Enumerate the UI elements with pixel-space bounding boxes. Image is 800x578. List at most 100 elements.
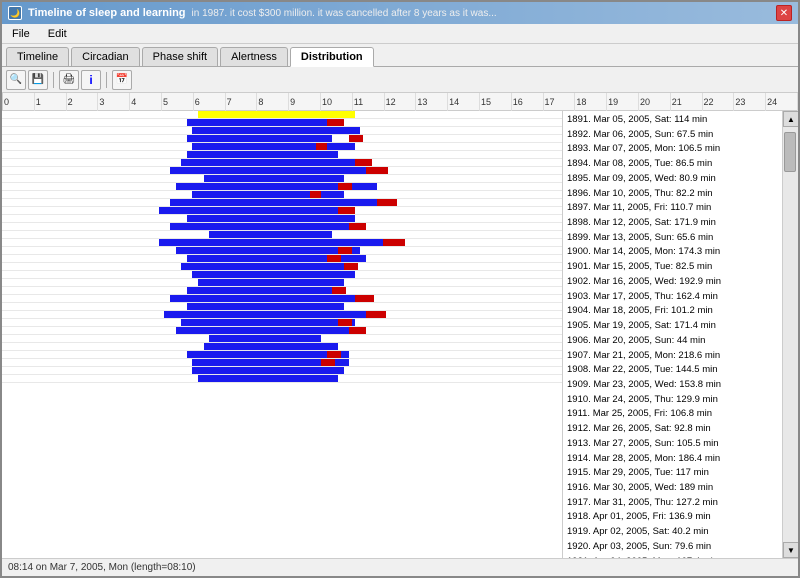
toolbar-btn-zoom[interactable]: 🔍: [6, 70, 26, 90]
scroll-thumb[interactable]: [784, 132, 796, 172]
title-bar-left: 🌙 Timeline of sleep and learning in 1987…: [8, 6, 497, 20]
sleep-block-main: [198, 375, 338, 382]
list-item: 1896. Mar 10, 2005, Thu: 82.2 min: [567, 187, 778, 202]
list-item: 1917. Mar 31, 2005, Thu: 127.2 min: [567, 496, 778, 511]
hour-label-22: 22: [703, 93, 735, 111]
list-item: 1891. Mar 05, 2005, Sat: 114 min: [567, 113, 778, 128]
chart-row[interactable]: [2, 159, 562, 167]
chart-scroll[interactable]: [2, 111, 562, 558]
toolbar-btn-cal[interactable]: 📅: [112, 70, 132, 90]
chart-row[interactable]: [2, 367, 562, 375]
hour-label-12: 12: [385, 93, 417, 111]
tab-distribution[interactable]: Distribution: [290, 47, 374, 67]
menu-edit[interactable]: Edit: [44, 27, 71, 41]
toolbar: 🔍 💾 🖨 i 📅: [2, 67, 798, 93]
chart-row[interactable]: [2, 263, 562, 271]
sleep-block-main: [192, 127, 360, 134]
chart-row[interactable]: [2, 183, 562, 191]
chart-row[interactable]: [2, 199, 562, 207]
sleep-block-main: [187, 351, 349, 358]
sleep-block-nap: [349, 135, 363, 142]
chart-row[interactable]: [2, 135, 562, 143]
scroll-down-btn[interactable]: ▼: [783, 542, 798, 558]
scroll-up-btn[interactable]: ▲: [783, 111, 798, 127]
chart-row[interactable]: [2, 175, 562, 183]
list-item: 1910. Mar 24, 2005, Thu: 129.9 min: [567, 393, 778, 408]
chart-row[interactable]: [2, 167, 562, 175]
list-item: 1898. Mar 12, 2005, Sat: 171.9 min: [567, 216, 778, 231]
tab-circadian[interactable]: Circadian: [71, 47, 139, 66]
chart-row[interactable]: [2, 111, 562, 119]
chart-row[interactable]: [2, 143, 562, 151]
chart-row[interactable]: [2, 215, 562, 223]
chart-row[interactable]: [2, 287, 562, 295]
sleep-block-nap: [349, 223, 366, 230]
toolbar-btn-save[interactable]: 💾: [28, 70, 48, 90]
sleep-block-nap: [327, 119, 344, 126]
chart-row[interactable]: [2, 207, 562, 215]
chart-row[interactable]: [2, 303, 562, 311]
hour-label-10: 10: [321, 93, 353, 111]
toolbar-btn-print[interactable]: 🖨: [59, 70, 79, 90]
chart-row[interactable]: [2, 295, 562, 303]
chart-row[interactable]: [2, 231, 562, 239]
chart-row[interactable]: [2, 271, 562, 279]
sleep-block-nap: [316, 143, 327, 150]
chart-container: 1891. Mar 05, 2005, Sat: 114 min1892. Ma…: [2, 111, 798, 558]
tab-phase-shift[interactable]: Phase shift: [142, 47, 218, 66]
chart-row[interactable]: [2, 247, 562, 255]
sleep-block-main: [159, 239, 383, 246]
list-item: 1900. Mar 14, 2005, Mon: 174.3 min: [567, 245, 778, 260]
chart-row[interactable]: [2, 151, 562, 159]
close-button[interactable]: ✕: [776, 5, 792, 21]
chart-row[interactable]: [2, 375, 562, 383]
list-item: 1904. Mar 18, 2005, Fri: 101.2 min: [567, 304, 778, 319]
chart-row[interactable]: [2, 255, 562, 263]
sleep-block-main: [204, 175, 344, 182]
list-item: 1909. Mar 23, 2005, Wed: 153.8 min: [567, 378, 778, 393]
list-item: 1905. Mar 19, 2005, Sat: 171.4 min: [567, 319, 778, 334]
sleep-block-nap: [327, 255, 341, 262]
chart-row[interactable]: [2, 351, 562, 359]
chart-row[interactable]: [2, 127, 562, 135]
chart-row[interactable]: [2, 311, 562, 319]
list-item: 1892. Mar 06, 2005, Sun: 67.5 min: [567, 128, 778, 143]
sleep-block-main: [192, 271, 354, 278]
content-area: 0123456789101112131415161718192021222324…: [2, 93, 798, 558]
scroll-track[interactable]: [783, 127, 798, 542]
chart-row[interactable]: [2, 319, 562, 327]
chart-row[interactable]: [2, 119, 562, 127]
toolbar-btn-info[interactable]: i: [81, 70, 101, 90]
hour-label-20: 20: [639, 93, 671, 111]
tab-alertness[interactable]: Alertness: [220, 47, 288, 66]
sleep-block-nap: [338, 319, 352, 326]
chart-row[interactable]: [2, 191, 562, 199]
chart-row[interactable]: [2, 279, 562, 287]
sleep-block-main: [187, 215, 355, 222]
hour-label-0: 0: [3, 93, 35, 111]
menu-file[interactable]: File: [8, 27, 34, 41]
sleep-block-nap: [349, 327, 366, 334]
tab-timeline[interactable]: Timeline: [6, 47, 69, 66]
list-item: 1907. Mar 21, 2005, Mon: 218.6 min: [567, 349, 778, 364]
hour-label-15: 15: [480, 93, 512, 111]
list-item: 1894. Mar 08, 2005, Tue: 86.5 min: [567, 157, 778, 172]
sleep-block-nap: [383, 239, 405, 246]
chart-row[interactable]: [2, 335, 562, 343]
sleep-block-main: [176, 327, 361, 334]
sleep-block-main: [170, 199, 383, 206]
chart-row[interactable]: [2, 343, 562, 351]
chart-row[interactable]: [2, 327, 562, 335]
hour-label-6: 6: [194, 93, 226, 111]
chart-row[interactable]: [2, 239, 562, 247]
chart-row[interactable]: [2, 359, 562, 367]
hour-label-9: 9: [289, 93, 321, 111]
list-item: 1908. Mar 22, 2005, Tue: 144.5 min: [567, 363, 778, 378]
sleep-block-main: [198, 111, 355, 118]
menu-bar: File Edit: [2, 24, 798, 44]
chart-row[interactable]: [2, 223, 562, 231]
list-item: 1901. Mar 15, 2005, Tue: 82.5 min: [567, 260, 778, 275]
marquee-text: in 1987. it cost $300 million. it was ca…: [192, 8, 497, 19]
scrollbar[interactable]: ▲ ▼: [782, 111, 798, 558]
sleep-block-main: [209, 231, 332, 238]
